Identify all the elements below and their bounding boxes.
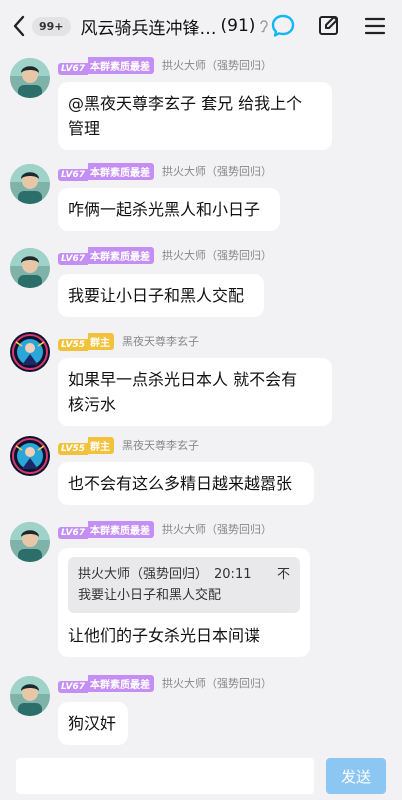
avatar[interactable] bbox=[10, 436, 50, 476]
sender-name[interactable]: 拱火大师（强势回归） bbox=[162, 247, 272, 263]
sender-name[interactable]: 拱火大师（强势回归） bbox=[162, 57, 272, 73]
title-badge: 本群素质最差 bbox=[88, 162, 154, 180]
sender-name[interactable]: 拱火大师（强势回归） bbox=[162, 163, 272, 179]
title-badge: 群主 bbox=[88, 332, 114, 350]
avatar[interactable] bbox=[10, 164, 50, 204]
level-badge: LV67 bbox=[58, 520, 88, 539]
level-badge: LV67 bbox=[58, 162, 88, 181]
message-text: 如果早一点杀光日本人 就不会有 bbox=[68, 370, 298, 389]
sender-meta: LV67 本群素质最差 拱火大师（强势回归） bbox=[58, 520, 272, 539]
avatar[interactable] bbox=[10, 332, 50, 372]
quote-sender: 拱火大师（强势回归） bbox=[78, 567, 209, 582]
message-bubble[interactable]: 狗汉奸 bbox=[58, 702, 128, 745]
level-badge: LV55 bbox=[58, 332, 88, 351]
sender-meta: LV67 本群素质最差 拱火大师（强势回归） bbox=[58, 674, 272, 693]
sender-meta: LV55 群主 黑夜天尊李玄子 bbox=[58, 332, 199, 351]
title-badge: 本群素质最差 bbox=[88, 246, 154, 264]
message-text: 核污水 bbox=[68, 395, 117, 414]
sender-name[interactable]: 黑夜天尊李玄子 bbox=[122, 437, 199, 453]
avatar[interactable] bbox=[10, 676, 50, 716]
message-text: 狗汉奸 bbox=[68, 714, 117, 733]
sender-name[interactable]: 拱火大师（强势回归） bbox=[162, 675, 272, 691]
message-bubble[interactable]: 咋俩一起杀光黑人和小日子 bbox=[58, 188, 280, 231]
chat-header: 99+ 风云骑兵连冲锋… (91) bbox=[0, 0, 402, 52]
back-button[interactable] bbox=[6, 0, 32, 52]
unread-badge[interactable]: 99+ bbox=[32, 16, 71, 36]
sender-name[interactable]: 拱火大师（强势回归） bbox=[162, 521, 272, 537]
quote-more-text: 不 bbox=[276, 567, 290, 582]
avatar[interactable] bbox=[10, 248, 50, 288]
message-bubble[interactable]: 我要让小日子和黑人交配 bbox=[58, 274, 264, 317]
member-count: (91) bbox=[220, 16, 256, 36]
sender-name[interactable]: 黑夜天尊李玄子 bbox=[122, 333, 199, 349]
message-bubble[interactable]: 如果早一点杀光日本人 就不会有 核污水 bbox=[58, 358, 332, 426]
message-text: 咋俩一起杀光黑人和小日子 bbox=[68, 200, 261, 219]
avatar[interactable] bbox=[10, 58, 50, 98]
level-badge: LV67 bbox=[58, 674, 88, 693]
message-text: @黑夜天尊李玄子 套兄 给我上个 bbox=[68, 94, 303, 113]
menu-icon[interactable] bbox=[362, 13, 388, 39]
group-title[interactable]: 风云骑兵连冲锋… bbox=[81, 14, 217, 39]
quote-time: 20:11 bbox=[214, 567, 252, 582]
message-bubble[interactable]: 拱火大师（强势回归） 20:11 不 我要让小日子和黑人交配 让他们的子女杀光日本… bbox=[58, 548, 310, 657]
chat-bubble-icon[interactable] bbox=[270, 13, 296, 39]
chevron-left-icon bbox=[13, 15, 25, 37]
title-badge: 本群素质最差 bbox=[88, 520, 154, 538]
level-badge: LV67 bbox=[58, 56, 88, 75]
message-text: 让他们的子女杀光日本间谍 bbox=[68, 626, 261, 645]
message-text: 也不会有这么多精日越来越嚣张 bbox=[68, 474, 293, 493]
sender-meta: LV55 群主 黑夜天尊李玄子 bbox=[58, 436, 199, 455]
sender-meta: LV67 本群素质最差 拱火大师（强势回归） bbox=[58, 56, 272, 75]
ear-icon bbox=[259, 19, 269, 33]
message-text: 我要让小日子和黑人交配 bbox=[68, 286, 245, 305]
message-input[interactable] bbox=[16, 758, 314, 794]
send-button[interactable]: 发送 bbox=[326, 758, 386, 794]
title-badge: 本群素质最差 bbox=[88, 674, 154, 692]
quoted-message[interactable]: 拱火大师（强势回归） 20:11 不 我要让小日子和黑人交配 bbox=[68, 557, 300, 613]
message-text: 管理 bbox=[68, 119, 101, 138]
message-bubble[interactable]: @黑夜天尊李玄子 套兄 给我上个 管理 bbox=[58, 82, 332, 150]
edit-icon[interactable] bbox=[316, 13, 342, 39]
input-bar: 发送 bbox=[0, 750, 402, 800]
level-badge: LV55 bbox=[58, 436, 88, 455]
sender-meta: LV67 本群素质最差 拱火大师（强势回归） bbox=[58, 162, 272, 181]
title-badge: 本群素质最差 bbox=[88, 56, 154, 74]
quote-text: 我要让小日子和黑人交配 bbox=[78, 588, 222, 603]
avatar[interactable] bbox=[10, 522, 50, 562]
title-badge: 群主 bbox=[88, 436, 114, 454]
message-bubble[interactable]: 也不会有这么多精日越来越嚣张 bbox=[58, 462, 314, 505]
level-badge: LV67 bbox=[58, 246, 88, 265]
sender-meta: LV67 本群素质最差 拱火大师（强势回归） bbox=[58, 246, 272, 265]
